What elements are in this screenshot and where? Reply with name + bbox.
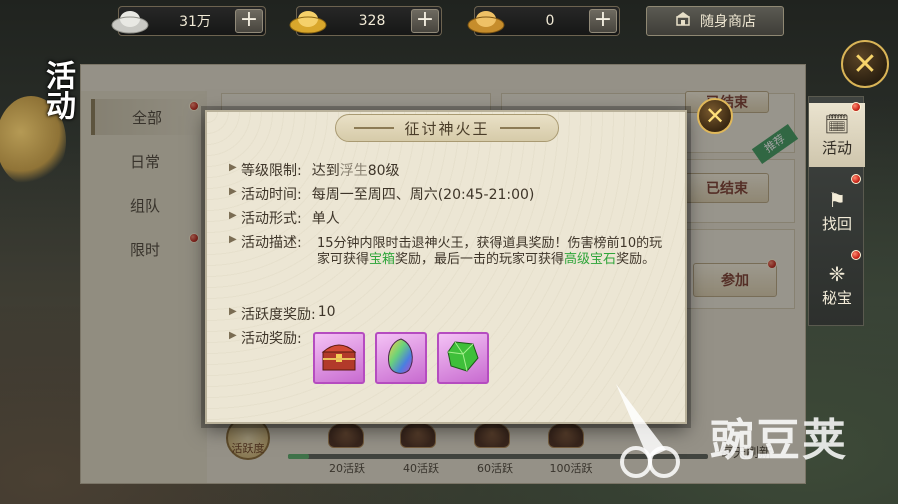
close-panel-button[interactable]: ✕ — [841, 40, 889, 88]
bullet-arrow-icon: ▶ — [229, 210, 237, 221]
level-value: 达到浮生80级 — [312, 160, 400, 180]
bullet-arrow-icon: ▶ — [229, 186, 237, 197]
reward-rainbow-gem[interactable] — [375, 332, 427, 384]
form-row: ▶ 活动形式: 单人 — [229, 208, 340, 228]
close-icon: ✕ — [704, 102, 726, 130]
tab-activity-label: 活动 — [821, 138, 852, 157]
reward-green-gem[interactable] — [437, 332, 489, 384]
desc-highlight-chest: 宝箱 — [369, 252, 396, 267]
treasure-icon: ❈ — [828, 261, 846, 286]
shop-label: 随身商店 — [700, 14, 756, 30]
calendar-icon: 🗓 — [824, 111, 850, 136]
silver-currency: 31万 + — [111, 6, 266, 36]
rainbow-gem-icon — [383, 336, 419, 380]
bullet-arrow-icon: ▶ — [229, 330, 237, 341]
tab-treasure[interactable]: ❈ 秘宝 — [809, 253, 865, 317]
desc-part-2: 奖励，最后一击的玩家可获得 — [395, 252, 565, 267]
dialog-title-text: 征讨神火王 — [404, 119, 490, 138]
level-row: ▶ 等级限制: 达到浮生80级 — [229, 160, 400, 180]
bullet-arrow-icon: ▶ — [229, 234, 237, 245]
desc-label: 活动描述: — [241, 235, 302, 251]
green-gem-icon — [445, 338, 481, 378]
add-silver-button[interactable]: + — [235, 9, 263, 33]
reward-treasure-chest[interactable] — [313, 332, 365, 384]
silver-ingot-icon — [109, 3, 151, 37]
huoyue-reward-row: ▶ 活跃度奖励: 10 — [229, 304, 336, 324]
level-highlight: 浮生 — [339, 163, 368, 179]
level-label: 等级限制: — [241, 163, 302, 179]
form-label: 活动形式: — [241, 211, 302, 227]
portable-shop-button[interactable]: 随身商店 — [646, 6, 784, 36]
right-tab-bar: 🗓 活动 ⚑ 找回 ❈ 秘宝 — [808, 96, 865, 326]
desc-row: ▶ 活动描述: — [229, 232, 302, 252]
desc-highlight-gem: 高级宝石 — [564, 252, 617, 267]
treasure-chest-icon — [319, 338, 359, 378]
time-value: 每周一至周四、周六(20:45-21:00) — [311, 187, 535, 203]
tab-retrieve[interactable]: ⚑ 找回 — [809, 179, 865, 243]
tab-activity[interactable]: 🗓 活动 — [809, 103, 865, 167]
add-gold-button[interactable]: + — [411, 9, 439, 33]
gold-currency: 328 + — [289, 6, 442, 36]
bound-ingot-icon — [465, 3, 507, 37]
reward-row: ▶ 活动奖励: — [229, 328, 302, 348]
activity-side-title: 活动 — [0, 56, 75, 186]
close-icon: ✕ — [852, 46, 878, 82]
huoyue-reward-value: 10 — [317, 304, 336, 320]
level-prefix: 达到 — [311, 163, 340, 179]
tab-activity-red-dot — [851, 102, 861, 112]
activity-description: 15分钟内限时击退神火王，获得道具奖励！伤害榜前10的玩家可获得宝箱奖励，最后一… — [317, 236, 665, 268]
desc-part-3: 奖励。 — [616, 252, 656, 267]
tab-retrieve-label: 找回 — [821, 214, 852, 233]
bullet-arrow-icon: ▶ — [229, 306, 237, 317]
gold-value: 328 — [358, 13, 386, 29]
close-dialog-button[interactable]: ✕ — [697, 98, 733, 134]
time-label: 活动时间: — [241, 187, 302, 203]
level-suffix: 80级 — [367, 163, 400, 179]
bound-ingot-currency: 0 + — [467, 6, 620, 36]
dialog-title: 征讨神火王 — [335, 114, 559, 142]
tab-retrieve-red-dot — [851, 174, 861, 184]
bound-ingot-value: 0 — [545, 13, 555, 29]
side-title-text: 活动 — [40, 60, 75, 120]
activity-detail-dialog: 征讨神火王 ▶ 等级限制: 达到浮生80级 ▶ 活动时间: 每周一至周四、周六(… — [205, 110, 687, 424]
add-bound-ingot-button[interactable]: + — [589, 9, 617, 33]
tab-treasure-label: 秘宝 — [821, 288, 852, 307]
bullet-arrow-icon: ▶ — [229, 162, 237, 173]
retrieve-icon: ⚑ — [828, 187, 846, 212]
reward-label: 活动奖励: — [241, 331, 302, 347]
tab-treasure-red-dot — [851, 250, 861, 260]
gold-ingot-icon — [287, 3, 329, 37]
shop-icon — [674, 11, 692, 31]
huoyue-reward-label: 活跃度奖励: — [241, 307, 316, 323]
time-row: ▶ 活动时间: 每周一至周四、周六(20:45-21:00) — [229, 184, 534, 204]
silver-value: 31万 — [179, 14, 211, 30]
form-value: 单人 — [311, 211, 340, 227]
